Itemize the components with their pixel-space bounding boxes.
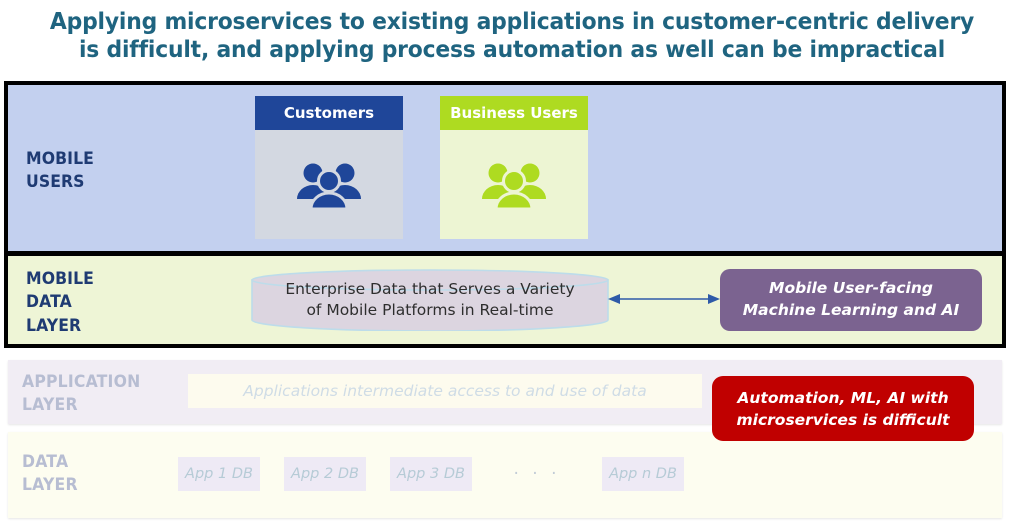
db-box-app-n[interactable]: App n DB bbox=[602, 457, 684, 491]
card-business-users[interactable]: Business Users bbox=[440, 96, 588, 239]
db-ellipsis: · · · bbox=[513, 464, 561, 484]
people-group-icon bbox=[293, 159, 365, 211]
card-customers-title: Customers bbox=[255, 96, 403, 130]
card-customers-body bbox=[255, 130, 403, 239]
double-arrow-icon bbox=[608, 294, 720, 304]
layer-mobile-data-label-line3: LAYER bbox=[26, 315, 82, 335]
db-box-app-1[interactable]: App 1 DB bbox=[178, 457, 260, 491]
application-strip[interactable]: Applications intermediate access to and … bbox=[188, 374, 702, 408]
layer-mobile-data-label-line2: DATA bbox=[26, 292, 72, 312]
layer-mobile-users-label-line1: MOBILE bbox=[26, 149, 94, 168]
application-strip-text: Applications intermediate access to and … bbox=[243, 382, 647, 400]
enterprise-data-cylinder[interactable]: Enterprise Data that Serves a Variety of… bbox=[251, 269, 609, 331]
callout-automation-difficult[interactable]: Automation, ML, AI with microservices is… bbox=[712, 376, 974, 441]
upper-layer-stack: MOBILE USERS Customers Business Users MO… bbox=[4, 81, 1006, 348]
cylinder-text-line2: of Mobile Platforms in Real-time bbox=[306, 301, 554, 319]
layer-mobile-data-label-line1: MOBILE bbox=[26, 269, 94, 288]
layer-data-label-line1: DATA bbox=[22, 452, 69, 471]
people-group-icon bbox=[478, 159, 550, 211]
title-line-1: Applying microservices to existing appli… bbox=[49, 7, 975, 35]
card-customers[interactable]: Customers bbox=[255, 96, 403, 239]
layer-data-label: DATA LAYER bbox=[22, 450, 78, 497]
db-box-app-3[interactable]: App 3 DB bbox=[390, 457, 472, 491]
ml-ai-box[interactable]: Mobile User-facing Machine Learning and … bbox=[720, 269, 982, 331]
ml-ai-box-line1: Mobile User-facing bbox=[769, 279, 933, 298]
enterprise-data-cylinder-text: Enterprise Data that Serves a Variety of… bbox=[251, 269, 609, 331]
ml-ai-box-line2: Machine Learning and AI bbox=[742, 301, 960, 319]
layer-mobile-users-label: MOBILE USERS bbox=[26, 147, 94, 194]
title-line-2: is difficult, and applying process autom… bbox=[78, 34, 946, 63]
callout-line2: microservices is difficult bbox=[736, 410, 950, 429]
layer-application-label-line1: APPLICATION bbox=[22, 372, 141, 391]
database-row: App 1 DB App 2 DB App 3 DB · · · App n D… bbox=[178, 457, 708, 491]
cylinder-text-line1: Enterprise Data that Serves a Variety bbox=[285, 279, 575, 298]
slide-title: Applying microservices to existing appli… bbox=[0, 7, 1024, 63]
layer-mobile-users: MOBILE USERS Customers Business Users bbox=[8, 85, 1002, 251]
layer-data-label-line2: LAYER bbox=[22, 475, 78, 495]
layer-mobile-users-label-line2: USERS bbox=[26, 172, 85, 192]
card-business-users-body bbox=[440, 130, 588, 239]
callout-line1: Automation, ML, AI with bbox=[737, 388, 949, 407]
layer-application-label: APPLICATION LAYER bbox=[22, 370, 140, 417]
slide-canvas: Applying microservices to existing appli… bbox=[0, 0, 1024, 529]
layer-application-label-line2: LAYER bbox=[22, 395, 78, 415]
layer-mobile-data: MOBILE DATA LAYER Enterprise Data that S… bbox=[8, 256, 1002, 344]
data-ml-connector bbox=[608, 292, 720, 306]
layer-mobile-data-label: MOBILE DATA LAYER bbox=[26, 267, 94, 337]
db-box-app-2[interactable]: App 2 DB bbox=[284, 457, 366, 491]
card-business-users-title: Business Users bbox=[440, 96, 588, 130]
layer-data: DATA LAYER App 1 DB App 2 DB App 3 DB · … bbox=[8, 432, 1002, 518]
